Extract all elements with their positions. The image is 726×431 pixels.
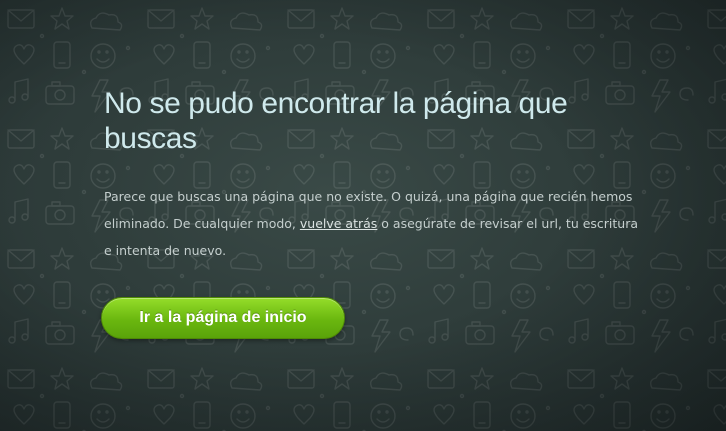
- error-message: Parece que buscas una página que no exis…: [104, 183, 639, 264]
- go-home-button[interactable]: Ir a la página de inicio: [101, 297, 345, 339]
- page-title: No se pudo encontrar la página que busca…: [104, 87, 568, 155]
- go-back-link[interactable]: vuelve atrás: [300, 216, 377, 231]
- not-found-content: No se pudo encontrar la página que busca…: [104, 86, 644, 264]
